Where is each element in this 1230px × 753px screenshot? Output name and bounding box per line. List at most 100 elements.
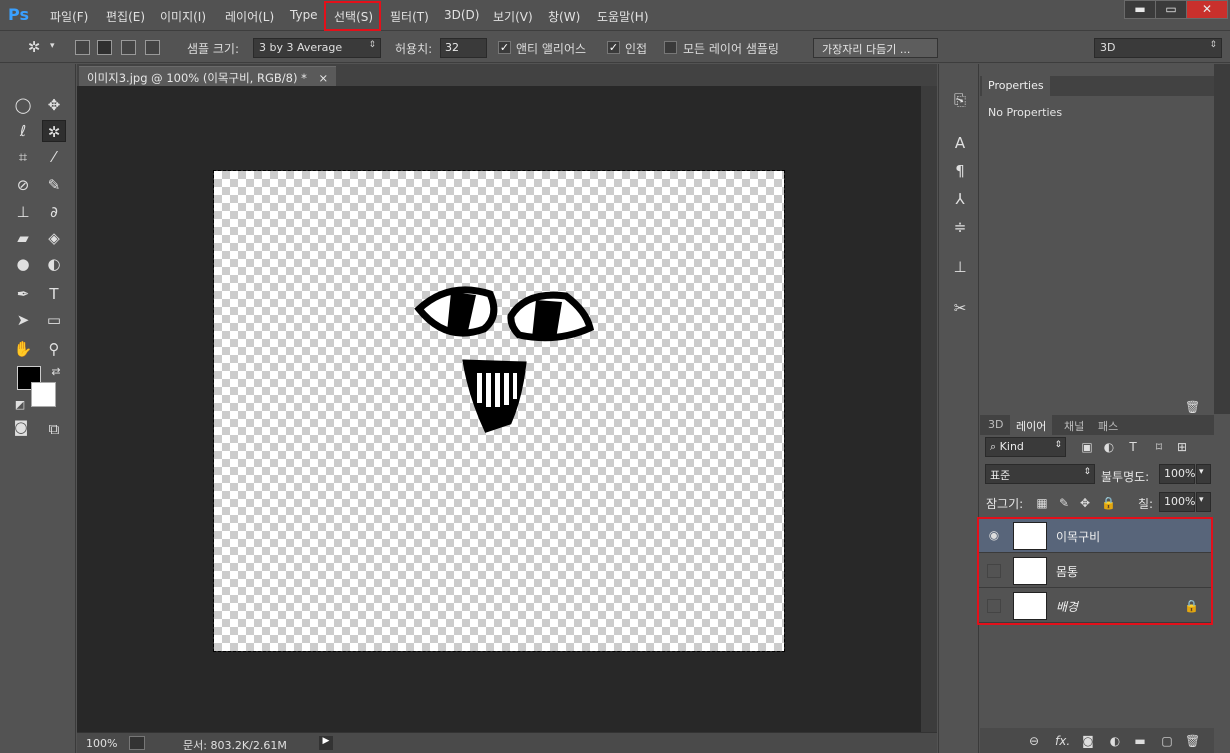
menu-edit[interactable]: 편집(E)	[106, 8, 145, 25]
new-adjustment-layer-icon[interactable]: ◐	[1108, 734, 1122, 748]
type-tool-icon[interactable]: T	[42, 283, 66, 305]
menu-3d[interactable]: 3D(D)	[444, 8, 479, 22]
contiguous-checkbox[interactable]: ✓	[607, 41, 620, 54]
subtract-from-selection-icon[interactable]	[121, 40, 136, 55]
maximize-button[interactable]: ▭	[1155, 0, 1187, 19]
brush-presets-panel-icon[interactable]: ⅄	[949, 188, 971, 210]
minimize-button[interactable]: ▬	[1124, 0, 1156, 19]
workspace-select[interactable]: 3D ⇕	[1094, 38, 1222, 58]
paragraph-panel-icon[interactable]: ¶	[949, 160, 971, 182]
filter-smart-object-icon[interactable]: ⊞	[1175, 440, 1189, 454]
filter-adjustment-icon[interactable]: ◐	[1102, 440, 1116, 454]
quick-mask-icon[interactable]: ◙	[9, 416, 33, 438]
crop-tool-icon[interactable]: ⌗	[11, 146, 35, 168]
blend-mode-select[interactable]: 표준 ⇕	[985, 464, 1095, 484]
tolerance-input[interactable]: 32	[440, 38, 487, 58]
history-brush-tool-icon[interactable]: ∂	[42, 201, 66, 223]
path-selection-tool-icon[interactable]: ➤	[11, 309, 35, 331]
lock-image-icon[interactable]: ✎	[1057, 496, 1071, 510]
add-to-selection-icon[interactable]	[97, 40, 112, 55]
options-bar: ✲ ▾ 샘플 크기: 3 by 3 Average ⇕ 허용치: 32 ✓ 앤티 …	[0, 32, 1230, 63]
clone-stamp-tool-icon[interactable]: ⊥	[11, 201, 35, 223]
document-tab[interactable]: 이미지3.jpg @ 100% (이목구비, RGB/8) * ×	[79, 66, 337, 86]
history-panel-icon[interactable]: ⎘	[949, 89, 971, 111]
image-canvas[interactable]	[213, 170, 785, 652]
zoom-level[interactable]: 100%	[86, 737, 117, 750]
magic-wand-tool-icon[interactable]: ✲	[22, 36, 46, 58]
antialias-label: 앤티 앨리어스	[516, 42, 587, 56]
sample-size-select[interactable]: 3 by 3 Average ⇕	[253, 38, 381, 58]
filter-shape-icon[interactable]: ⌑	[1152, 440, 1166, 454]
layers-highlight-box	[977, 517, 1213, 625]
opacity-input[interactable]: 100%	[1159, 464, 1195, 484]
character-panel-icon[interactable]: A	[949, 132, 971, 154]
tab-3d[interactable]: 3D	[982, 415, 1009, 435]
trash-icon[interactable]: 🗑	[1185, 400, 1200, 414]
fill-dropdown-icon[interactable]: ▾	[1196, 492, 1211, 512]
tool-presets-panel-icon[interactable]: ✂	[949, 297, 971, 319]
menu-image[interactable]: 이미지(I)	[160, 8, 206, 25]
layer-filter-select[interactable]: ⌕ Kind ⇕	[985, 437, 1066, 457]
link-layers-icon[interactable]: ⊖	[1027, 734, 1041, 748]
elliptical-marquee-tool-icon[interactable]: ◯	[11, 94, 35, 116]
lock-all-icon[interactable]: 🔒	[1101, 496, 1116, 510]
refine-edge-button[interactable]: 가장자리 다듬기 ...	[813, 38, 938, 58]
background-color-swatch[interactable]	[31, 382, 56, 407]
new-layer-icon[interactable]: ▢	[1160, 734, 1174, 748]
right-panel-scrollbar[interactable]	[1214, 64, 1230, 414]
menu-view[interactable]: 보기(V)	[493, 8, 533, 25]
antialias-checkbox[interactable]: ✓	[498, 41, 511, 54]
menu-type[interactable]: Type	[290, 8, 318, 22]
paint-bucket-tool-icon[interactable]: ◈	[42, 227, 66, 249]
tab-channels[interactable]: 채널	[1058, 415, 1090, 435]
tool-preset-chevron-icon[interactable]: ▾	[50, 41, 55, 51]
tab-layers[interactable]: 레이어	[1010, 415, 1053, 435]
tools-panel: ◯ ✥ ℓ ✲ ⌗ ⁄ ⊘ ✎ ⊥ ∂ ▰ ◈ ● ◐ ✒ T ➤ ▭ ✋ ⚲ …	[0, 64, 76, 753]
filter-type-icon[interactable]: T	[1126, 440, 1140, 454]
dodge-tool-icon[interactable]: ◐	[42, 253, 66, 275]
close-tab-icon[interactable]: ×	[319, 71, 329, 85]
intersect-selection-icon[interactable]	[145, 40, 160, 55]
menu-window[interactable]: 창(W)	[548, 8, 580, 25]
add-style-icon[interactable]: fx.	[1055, 734, 1070, 748]
lock-position-icon[interactable]: ✥	[1078, 496, 1092, 510]
vertical-scrollbar[interactable]	[921, 86, 937, 732]
healing-brush-tool-icon[interactable]: ⊘	[11, 174, 35, 196]
opacity-dropdown-icon[interactable]: ▾	[1196, 464, 1211, 484]
share-icon[interactable]	[129, 736, 145, 750]
eraser-tool-icon[interactable]: ▰	[11, 227, 35, 249]
pen-tool-icon[interactable]: ✒	[11, 283, 35, 305]
fill-input[interactable]: 100%	[1159, 492, 1195, 512]
lasso-tool-icon[interactable]: ℓ	[11, 120, 35, 142]
zoom-tool-icon[interactable]: ⚲	[42, 338, 66, 360]
menu-layer[interactable]: 레이어(L)	[225, 8, 274, 25]
menu-help[interactable]: 도움말(H)	[597, 8, 649, 25]
clone-source-panel-icon[interactable]: ⊥	[949, 256, 971, 278]
close-button[interactable]: ✕	[1186, 0, 1228, 19]
swap-colors-icon[interactable]: ⇄	[44, 361, 68, 383]
rectangle-tool-icon[interactable]: ▭	[42, 309, 66, 331]
menu-filter[interactable]: 필터(T)	[390, 8, 429, 25]
add-mask-icon[interactable]: ◙	[1081, 734, 1095, 748]
hand-tool-icon[interactable]: ✋	[11, 338, 35, 360]
eyedropper-tool-icon[interactable]: ⁄	[42, 146, 66, 168]
status-menu-arrow-icon[interactable]: ▶	[319, 736, 333, 750]
magic-wand-tool-icon[interactable]: ✲	[42, 120, 66, 142]
new-selection-icon[interactable]	[75, 40, 90, 55]
delete-layer-icon[interactable]: 🗑	[1185, 734, 1200, 748]
tab-properties[interactable]: Properties	[982, 76, 1050, 96]
move-tool-icon[interactable]: ✥	[42, 94, 66, 116]
brush-tool-icon[interactable]: ✎	[42, 174, 66, 196]
adjustments-panel-icon[interactable]: ≑	[949, 216, 971, 238]
screen-mode-icon[interactable]: ⧉	[42, 418, 66, 440]
blur-tool-icon[interactable]: ●	[11, 253, 35, 275]
filter-pixel-icon[interactable]: ▣	[1080, 440, 1094, 454]
default-colors-icon[interactable]: ◩	[8, 394, 32, 416]
menu-file[interactable]: 파일(F)	[50, 8, 88, 25]
spinner-icon: ⇕	[1209, 40, 1217, 50]
tab-paths[interactable]: 패스	[1092, 415, 1124, 435]
new-group-icon[interactable]: ▬	[1133, 734, 1147, 748]
fill-label: 칠:	[1138, 497, 1154, 511]
lock-transparent-icon[interactable]: ▦	[1035, 496, 1049, 510]
sample-all-layers-checkbox[interactable]	[664, 41, 677, 54]
